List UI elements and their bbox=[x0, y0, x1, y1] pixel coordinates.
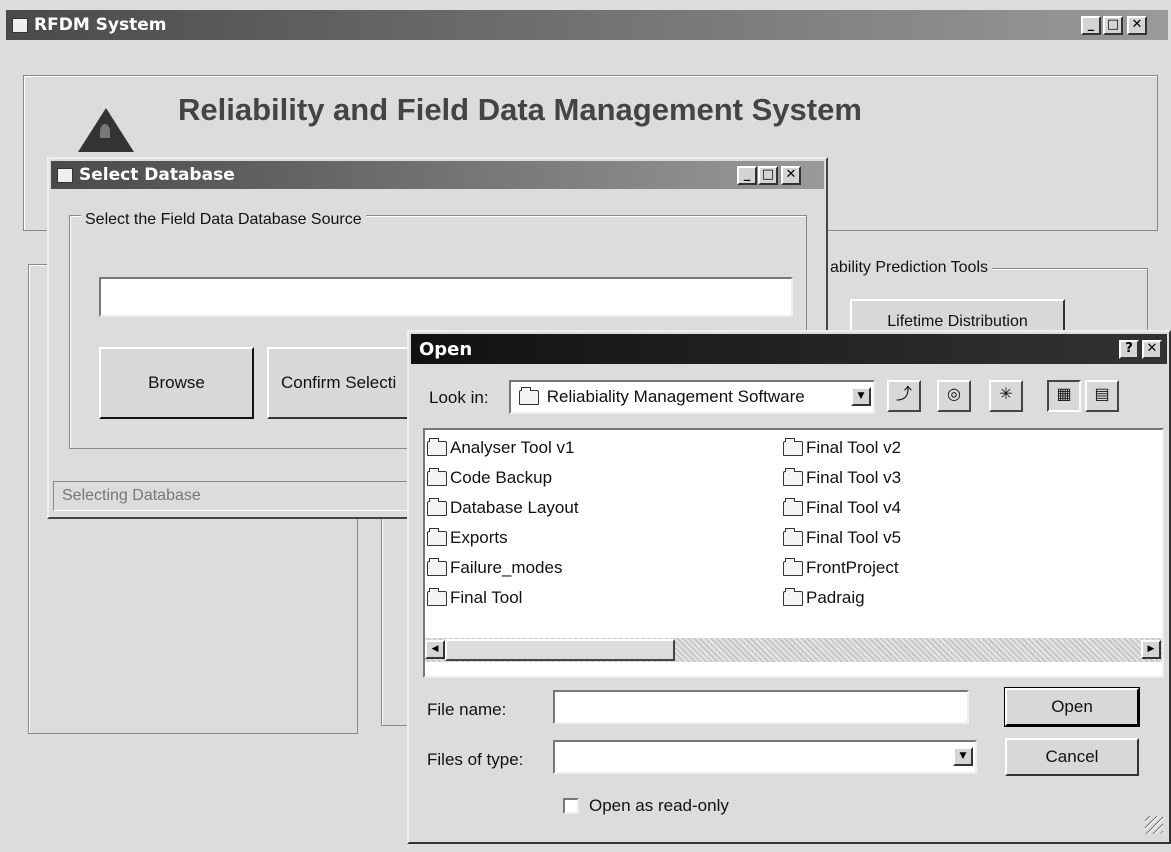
details-view-icon[interactable]: ▤ bbox=[1085, 380, 1119, 412]
minimize-button[interactable]: _ bbox=[1081, 16, 1101, 35]
files-of-type-select[interactable]: ▼ bbox=[553, 740, 977, 774]
select-database-title: Select Database bbox=[79, 165, 235, 185]
folder-item[interactable]: FrontProject bbox=[783, 558, 899, 578]
browse-button-label: Browse bbox=[148, 373, 205, 392]
folder-icon bbox=[783, 468, 803, 487]
folder-name: Final Tool bbox=[450, 588, 523, 607]
folder-name: Failure_modes bbox=[450, 558, 563, 577]
look-in-label: Look in: bbox=[429, 388, 489, 407]
folder-name: Final Tool v3 bbox=[806, 468, 902, 487]
open-dialog-title-bar: Open ? ✕ bbox=[411, 334, 1167, 364]
folder-icon bbox=[427, 468, 447, 487]
folder-icon bbox=[783, 588, 803, 607]
scroll-right-icon[interactable]: ▶ bbox=[1141, 640, 1161, 659]
minimize-button[interactable]: _ bbox=[737, 166, 757, 185]
database-source-label: Select the Field Data Database Source bbox=[81, 211, 366, 229]
maximize-button[interactable]: □ bbox=[1103, 16, 1123, 35]
folder-item[interactable]: Final Tool v5 bbox=[783, 528, 901, 548]
horizontal-scrollbar[interactable]: ◀ ▶ bbox=[425, 638, 1162, 662]
folder-item[interactable]: Database Layout bbox=[427, 498, 579, 518]
status-bar: Selecting Database bbox=[53, 481, 413, 511]
read-only-checkbox[interactable] bbox=[563, 798, 579, 814]
folder-item[interactable]: Code Backup bbox=[427, 468, 552, 488]
folder-item[interactable]: Exports bbox=[427, 528, 508, 548]
help-button[interactable]: ? bbox=[1119, 340, 1139, 359]
file-name-label: File name: bbox=[427, 700, 507, 719]
folder-name: Final Tool v2 bbox=[806, 438, 902, 457]
cancel-button[interactable]: Cancel bbox=[1005, 738, 1139, 776]
cancel-button-label: Cancel bbox=[1045, 747, 1099, 766]
folder-item[interactable]: Failure_modes bbox=[427, 558, 562, 578]
browse-button[interactable]: Browse bbox=[99, 347, 254, 419]
folder-name: Final Tool v4 bbox=[806, 498, 902, 517]
open-button-label: Open bbox=[1051, 697, 1093, 716]
look-in-value: Reliabiality Management Software bbox=[546, 387, 805, 406]
desktop-icon[interactable]: ◎ bbox=[937, 380, 971, 412]
file-name-input[interactable] bbox=[553, 690, 969, 724]
folder-item[interactable]: Final Tool v3 bbox=[783, 468, 901, 488]
open-dialog: Open ? ✕ Look in: Reliabiality Managemen… bbox=[407, 330, 1171, 844]
maximize-button[interactable]: □ bbox=[758, 166, 778, 185]
folder-name: Analyser Tool v1 bbox=[450, 438, 575, 457]
app-icon bbox=[12, 18, 28, 33]
close-button[interactable]: ✕ bbox=[1142, 340, 1162, 359]
database-path-field[interactable] bbox=[99, 277, 793, 317]
folder-icon bbox=[783, 558, 803, 577]
folder-name: Exports bbox=[450, 528, 508, 547]
window-icon bbox=[57, 168, 73, 183]
folder-name: Padraig bbox=[806, 588, 865, 607]
folder-icon bbox=[427, 558, 447, 577]
resize-grip-icon[interactable] bbox=[1145, 816, 1163, 834]
prediction-tools-label: ability Prediction Tools bbox=[826, 259, 993, 277]
scrollbar-thumb[interactable] bbox=[445, 639, 675, 661]
folder-item[interactable]: Final Tool v2 bbox=[783, 438, 901, 458]
folder-icon bbox=[519, 387, 539, 406]
confirm-button-label: Confirm Selecti bbox=[281, 373, 397, 392]
close-button[interactable]: ✕ bbox=[1127, 16, 1147, 35]
folder-icon bbox=[783, 528, 803, 547]
up-folder-icon[interactable]: ⤴ bbox=[887, 380, 921, 412]
confirm-selection-button[interactable]: Confirm Selecti bbox=[267, 347, 417, 419]
folder-name: Final Tool v5 bbox=[806, 528, 902, 547]
folder-item[interactable]: Padraig bbox=[783, 588, 865, 608]
folder-name: Code Backup bbox=[450, 468, 553, 487]
folder-name: FrontProject bbox=[806, 558, 899, 577]
status-text: Selecting Database bbox=[62, 487, 201, 504]
file-list[interactable]: Analyser Tool v1 Code Backup Database La… bbox=[423, 428, 1164, 678]
folder-icon bbox=[783, 438, 803, 457]
select-database-title-bar: Select Database _ □ ✕ bbox=[51, 161, 824, 189]
open-button[interactable]: Open bbox=[1004, 687, 1140, 727]
chevron-down-icon[interactable]: ▼ bbox=[953, 747, 973, 766]
folder-item[interactable]: Analyser Tool v1 bbox=[427, 438, 574, 458]
files-of-type-label: Files of type: bbox=[427, 750, 524, 769]
folder-icon bbox=[427, 528, 447, 547]
main-window-title: RFDM System bbox=[34, 15, 167, 35]
scroll-left-icon[interactable]: ◀ bbox=[425, 640, 445, 659]
close-button[interactable]: ✕ bbox=[781, 166, 801, 185]
page-title: Reliability and Field Data Management Sy… bbox=[178, 92, 862, 127]
open-dialog-title: Open bbox=[419, 339, 473, 360]
list-view-icon[interactable]: ▦ bbox=[1047, 380, 1081, 412]
read-only-label: Open as read-only bbox=[589, 796, 729, 815]
look-in-select[interactable]: Reliabiality Management Software ▼ bbox=[509, 380, 875, 414]
chevron-down-icon[interactable]: ▼ bbox=[851, 387, 871, 406]
folder-icon bbox=[427, 588, 447, 607]
folder-icon bbox=[427, 498, 447, 517]
new-folder-icon[interactable]: ✳ bbox=[989, 380, 1023, 412]
folder-name: Database Layout bbox=[450, 498, 579, 517]
main-title-bar: RFDM System _ □ ✕ bbox=[6, 10, 1168, 40]
folder-item[interactable]: Final Tool bbox=[427, 588, 522, 608]
folder-icon bbox=[427, 438, 447, 457]
folder-icon bbox=[783, 498, 803, 517]
logo-highlight-icon bbox=[100, 124, 110, 138]
folder-item[interactable]: Final Tool v4 bbox=[783, 498, 901, 518]
